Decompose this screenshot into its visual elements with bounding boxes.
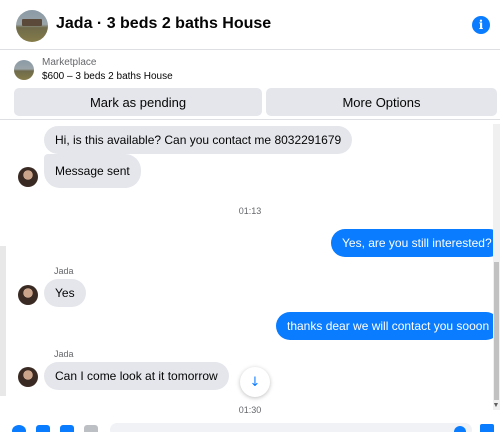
mark-as-pending-button[interactable]: Mark as pending: [14, 88, 262, 116]
listing-title[interactable]: $600 – 3 beds 2 baths House: [42, 71, 173, 82]
marketplace-label: Marketplace: [42, 57, 97, 68]
message-bubble-incoming[interactable]: Message sent: [44, 154, 141, 188]
scrollbar-down-arrow-icon[interactable]: ▼: [492, 402, 500, 410]
sticker-icon[interactable]: [60, 425, 74, 432]
message-bubble-outgoing[interactable]: thanks dear we will contact you sooon: [276, 312, 500, 340]
message-bubble-outgoing[interactable]: Yes, are you still interested?: [331, 229, 500, 257]
like-icon[interactable]: [480, 424, 494, 432]
scroll-to-bottom-button[interactable]: ↓: [240, 367, 270, 397]
more-options-button[interactable]: More Options: [266, 88, 497, 116]
info-icon: i: [478, 18, 484, 32]
sender-avatar[interactable]: [18, 285, 38, 305]
emoji-icon[interactable]: [454, 426, 466, 432]
message-input[interactable]: [110, 423, 472, 432]
sender-avatar[interactable]: [18, 367, 38, 387]
message-timestamp: 01:30: [238, 405, 262, 415]
sender-avatar[interactable]: [18, 167, 38, 187]
listing-avatar[interactable]: [16, 10, 48, 42]
gif-icon[interactable]: [84, 425, 98, 432]
sender-name: Jada: [54, 266, 74, 276]
message-bubble-incoming[interactable]: Hi, is this available? Can you contact m…: [44, 126, 353, 154]
listing-thumbnail[interactable]: [14, 60, 34, 80]
message-bubble-incoming[interactable]: Yes: [44, 279, 86, 307]
conversation-title[interactable]: Jada · 3 beds 2 baths House: [56, 15, 271, 33]
message-timestamp: 01:13: [238, 206, 262, 216]
message-bubble-incoming[interactable]: Can I come look at it tomorrow: [44, 362, 229, 390]
info-button[interactable]: i: [472, 16, 490, 34]
arrow-down-icon: ↓: [249, 374, 261, 390]
conversation-header: Jada · 3 beds 2 baths House i: [0, 0, 500, 50]
left-scroll-region: [0, 246, 6, 396]
marketplace-banner: Marketplace $600 – 3 beds 2 baths House …: [0, 50, 500, 122]
photo-icon[interactable]: [36, 425, 50, 432]
sender-name: Jada: [54, 349, 74, 359]
more-actions-icon[interactable]: [12, 425, 26, 432]
message-list[interactable]: Hi, is this available? Can you contact m…: [0, 120, 500, 420]
scrollbar-thumb[interactable]: [494, 262, 499, 400]
